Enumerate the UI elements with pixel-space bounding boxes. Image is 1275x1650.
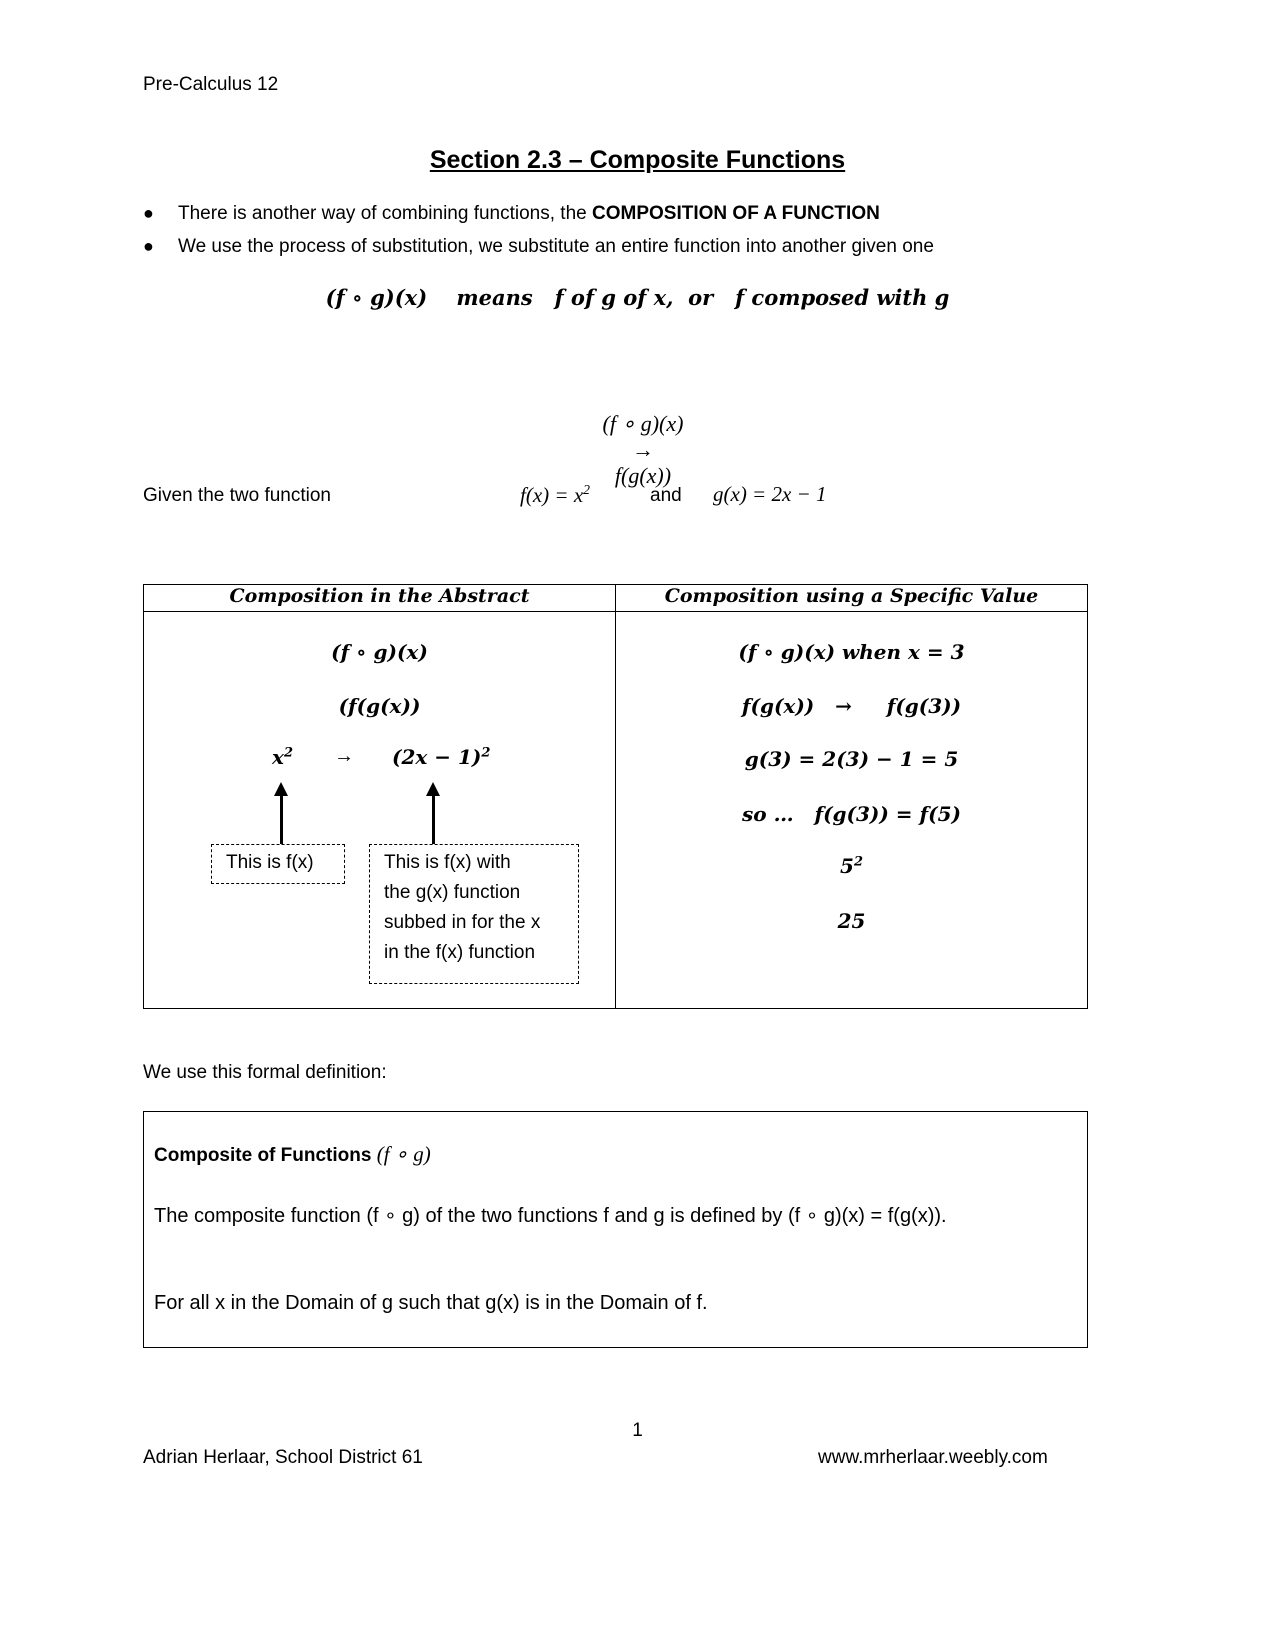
- abstract-cell: (f ∘ g)(x) (f(g(x)) x2 → (2x − 1)2 This …: [143, 611, 616, 1009]
- composition-table: Composition in the Abstract Composition …: [143, 584, 1088, 1009]
- note-substitution: This is f(x) with the g(x) function subb…: [369, 844, 579, 984]
- specific-line4: so … f(g(3)) = f(5): [742, 802, 961, 826]
- abstract-x-squared: x2: [272, 745, 293, 769]
- bullet-icon: ●: [143, 236, 154, 256]
- definition-title: Composite of Functions (f ∘ g): [154, 1142, 431, 1166]
- intro-bullets: ● There is another way of combining func…: [143, 203, 1143, 269]
- table-header-abstract: Composition in the Abstract: [143, 584, 616, 612]
- bullet-item: ● We use the process of substitution, we…: [143, 236, 934, 257]
- given-g: g(x) = 2x − 1: [713, 482, 827, 506]
- definition-box: Composite of Functions (f ∘ g) The compo…: [143, 1111, 1088, 1348]
- specific-line6: 25: [837, 909, 866, 933]
- abstract-substituted: (2x − 1)2: [392, 745, 491, 769]
- page-title: Section 2.3 – Composite Functions: [429, 146, 846, 174]
- arrow-up-icon: [426, 782, 440, 844]
- arrow-right-icon: →: [334, 745, 354, 767]
- course-header: Pre-Calculus 12: [143, 74, 279, 95]
- abstract-line2: (f(g(x)): [338, 694, 421, 718]
- note-fx: This is f(x): [211, 844, 345, 884]
- footer-author: Adrian Herlaar, School District 61: [143, 1447, 423, 1468]
- arrow-up-icon: [274, 782, 288, 844]
- notation-arrow: (f ∘ g)(x) → f(g(x)): [602, 411, 684, 488]
- notation-meaning: (f ∘ g)(x) means f of g of x, or f compo…: [325, 285, 950, 310]
- given-f: f(x) = x2: [520, 482, 590, 507]
- page-number: 1: [632, 1420, 643, 1441]
- specific-cell: (f ∘ g)(x) when x = 3 f(g(x)) → f(g(3)) …: [615, 611, 1088, 1009]
- specific-line1: (f ∘ g)(x) when x = 3: [738, 640, 965, 664]
- formal-definition-label: We use this formal definition:: [143, 1062, 387, 1083]
- bullet-icon: ●: [143, 203, 154, 223]
- abstract-line1: (f ∘ g)(x): [331, 640, 428, 664]
- specific-line2: f(g(x)) → f(g(3)): [741, 694, 962, 718]
- table-header-specific: Composition using a Specific Value: [615, 584, 1088, 612]
- definition-domain: For all x in the Domain of g such that g…: [154, 1292, 708, 1314]
- specific-line3: g(3) = 2(3) − 1 = 5: [744, 747, 959, 771]
- bullet-item: ● There is another way of combining func…: [143, 203, 880, 224]
- footer-website[interactable]: www.mrherlaar.weebly.com: [818, 1447, 1048, 1469]
- definition-text: The composite function (f ∘ g) of the tw…: [154, 1205, 947, 1227]
- specific-line5: 52: [840, 854, 863, 878]
- given-and: and: [650, 485, 682, 506]
- given-label: Given the two function: [143, 485, 331, 506]
